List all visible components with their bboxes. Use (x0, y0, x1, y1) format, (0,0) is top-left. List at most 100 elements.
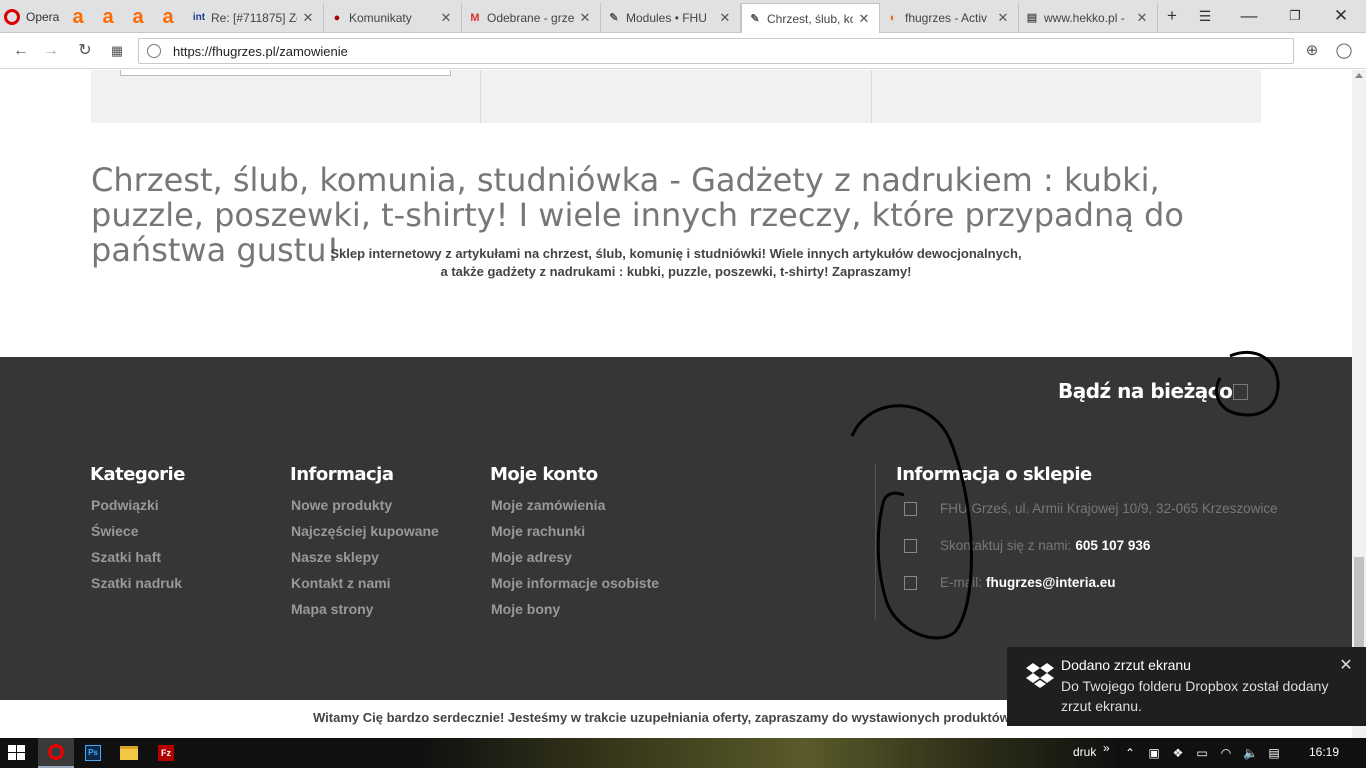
dropbox-tray-icon[interactable]: ❖ (1171, 746, 1185, 760)
toolbar-label[interactable]: druk (1073, 745, 1096, 759)
footer-link[interactable]: Moje zamówienia (490, 497, 659, 523)
footer-link[interactable]: Świece (90, 523, 185, 549)
minimize-window-button[interactable]: — (1234, 4, 1264, 28)
photoshop-label: Ps (85, 745, 101, 761)
tab-close-icon[interactable]: ✕ (578, 10, 592, 26)
footer-link[interactable]: Najczęściej kupowane (290, 523, 439, 549)
footer-account: Moje konto Moje zamówienia Moje rachunki… (490, 464, 659, 627)
phone-icon (904, 538, 917, 553)
notification-close-icon[interactable]: ✕ (1338, 655, 1354, 675)
photoshop-icon[interactable]: Ps (75, 738, 111, 768)
footer-link[interactable]: Kontakt z nami (290, 575, 439, 601)
page-scrollbar[interactable] (1352, 70, 1366, 738)
form-input-edge[interactable] (120, 70, 451, 76)
browser-tab-active[interactable]: ✎ Chrzest, ślub, ko ✕ (741, 3, 880, 33)
wifi-icon[interactable]: ◠ (1219, 746, 1233, 760)
footer-link[interactable]: Nowe produkty (290, 497, 439, 523)
footer-information: Informacja Nowe produkty Najczęściej kup… (290, 464, 439, 627)
close-window-button[interactable]: ✕ (1326, 4, 1356, 28)
scroll-up-arrow-icon[interactable] (1355, 73, 1363, 78)
footer-link[interactable]: Szatki haft (90, 549, 185, 575)
store-address-row: FHU Grześ, ul. Armii Krajowej 10/9, 32-0… (904, 501, 1278, 516)
tab-favicon: ● (333, 11, 341, 24)
tab-title: Odebrane - grze (487, 10, 574, 25)
action-center-icon[interactable]: ▤ (1267, 746, 1281, 760)
pinned-tab[interactable]: a (96, 5, 120, 29)
pinned-tab[interactable]: a (156, 5, 180, 29)
show-hidden-icons-icon[interactable]: ⌃ (1123, 746, 1137, 760)
speed-dial-grid-icon[interactable]: ▦ (105, 39, 129, 63)
web-page: Chrzest, ślub, komunia, studniówka - Gad… (0, 70, 1352, 738)
forward-arrow-icon[interactable]: → (39, 39, 63, 63)
footer-link[interactable]: Moje adresy (490, 549, 659, 575)
restore-window-button[interactable]: ❐ (1280, 4, 1310, 28)
store-email[interactable]: fhugrzes@interia.eu (986, 575, 1115, 590)
footer-heading: Kategorie (90, 464, 185, 485)
newsletter-title: Bądź na bieżąco (1058, 379, 1233, 403)
store-address: FHU Grześ, ul. Armii Krajowej 10/9, 32-0… (940, 501, 1278, 516)
windows-taskbar: Ps Fz druk » ⌃ ▣ ❖ ▭ ◠ 🔈 ▤ 16:19 (0, 738, 1366, 768)
new-tab-button[interactable]: + (1157, 4, 1187, 28)
footer-link[interactable]: Moje rachunki (490, 523, 659, 549)
volume-muted-icon[interactable]: 🔈 (1243, 746, 1258, 760)
opera-menu-label: Opera (26, 9, 60, 24)
scrollbar-thumb[interactable] (1354, 557, 1364, 647)
browser-tab[interactable]: M Odebrane - grze ✕ (462, 3, 601, 32)
filezilla-icon[interactable]: Fz (148, 738, 184, 768)
footer-link[interactable]: Szatki nadruk (90, 575, 185, 601)
tab-close-icon[interactable]: ✕ (857, 11, 871, 27)
footer-link[interactable]: Mapa strony (290, 601, 439, 627)
browser-tab[interactable]: int Re: [#711875] Zg ✕ (186, 3, 324, 32)
site-info-icon[interactable] (147, 44, 161, 58)
pinned-tab[interactable]: a (66, 5, 90, 29)
tab-close-icon[interactable]: ✕ (301, 10, 315, 26)
pinned-tab-letter: a (132, 5, 144, 28)
description-line: Sklep internetowy z artykułami na chrzes… (330, 246, 1022, 261)
browser-tab[interactable]: ◐ fhugrzes - Activ ✕ (880, 3, 1019, 32)
pinned-tab[interactable]: a (126, 5, 150, 29)
opera-logo-icon (4, 8, 20, 25)
newsletter-checkbox[interactable] (1233, 384, 1248, 400)
footer-categories: Kategorie Podwiązki Świece Szatki haft S… (90, 464, 185, 601)
back-arrow-icon[interactable]: ← (9, 39, 33, 63)
pinned-tab-letter: a (162, 5, 174, 28)
tab-close-icon[interactable]: ✕ (1135, 10, 1149, 26)
tab-title: Re: [#711875] Zg (211, 10, 297, 25)
pinned-tab-letter: a (72, 5, 84, 28)
browser-tab[interactable]: ▤ www.hekko.pl - ✕ (1019, 3, 1158, 32)
footer-link[interactable]: Nasze sklepy (290, 549, 439, 575)
notification-body: Do Twojego folderu Dropbox został dodany… (1061, 678, 1329, 714)
footer-link[interactable]: Podwiązki (90, 497, 185, 523)
battery-icon[interactable]: ▭ (1195, 746, 1209, 760)
panel-divider (871, 70, 872, 123)
pinned-tab-letter: a (102, 5, 114, 28)
tab-close-icon[interactable]: ✕ (996, 10, 1010, 26)
download-icon[interactable]: ⊕ (1300, 39, 1324, 63)
clock[interactable]: 16:19 (1309, 745, 1339, 759)
opera-menu-button[interactable]: Opera (0, 0, 62, 33)
tab-title: fhugrzes - Activ (905, 10, 988, 25)
tray-app-icon[interactable]: ▣ (1147, 746, 1161, 760)
browser-tab[interactable]: ● Komunikaty ✕ (324, 3, 462, 32)
opera-icon[interactable] (38, 738, 74, 768)
tab-title: Chrzest, ślub, ko (767, 11, 853, 26)
account-icon[interactable]: ◯ (1332, 39, 1356, 63)
address-bar: ← → ↻ ▦ https://fhugrzes.pl/zamowienie ⊕… (0, 33, 1366, 69)
browser-tab[interactable]: ✎ Modules • FHU ✕ (601, 3, 741, 32)
toolbar-chevron-icon[interactable]: » (1103, 741, 1110, 755)
footer-heading: Informacja o sklepie (896, 464, 1092, 485)
windows-start-icon[interactable] (8, 745, 26, 761)
tab-favicon: M (470, 11, 480, 24)
footer-divider (875, 464, 876, 619)
tab-close-icon[interactable]: ✕ (439, 10, 453, 26)
reload-icon[interactable]: ↻ (73, 39, 97, 63)
dropbox-notification[interactable]: Dodano zrzut ekranu Do Twojego folderu D… (1007, 647, 1366, 726)
tab-close-icon[interactable]: ✕ (718, 10, 732, 26)
store-email-row: E-mail: fhugrzes@interia.eu (904, 575, 1115, 590)
footer-link[interactable]: Moje bony (490, 601, 659, 627)
taskbar-wallpaper (420, 738, 1120, 768)
footer-link[interactable]: Moje informacje osobiste (490, 575, 659, 601)
file-explorer-icon[interactable] (111, 738, 147, 768)
url-field[interactable]: https://fhugrzes.pl/zamowienie (138, 38, 1294, 64)
tab-menu-icon[interactable]: ☰ (1190, 4, 1220, 28)
